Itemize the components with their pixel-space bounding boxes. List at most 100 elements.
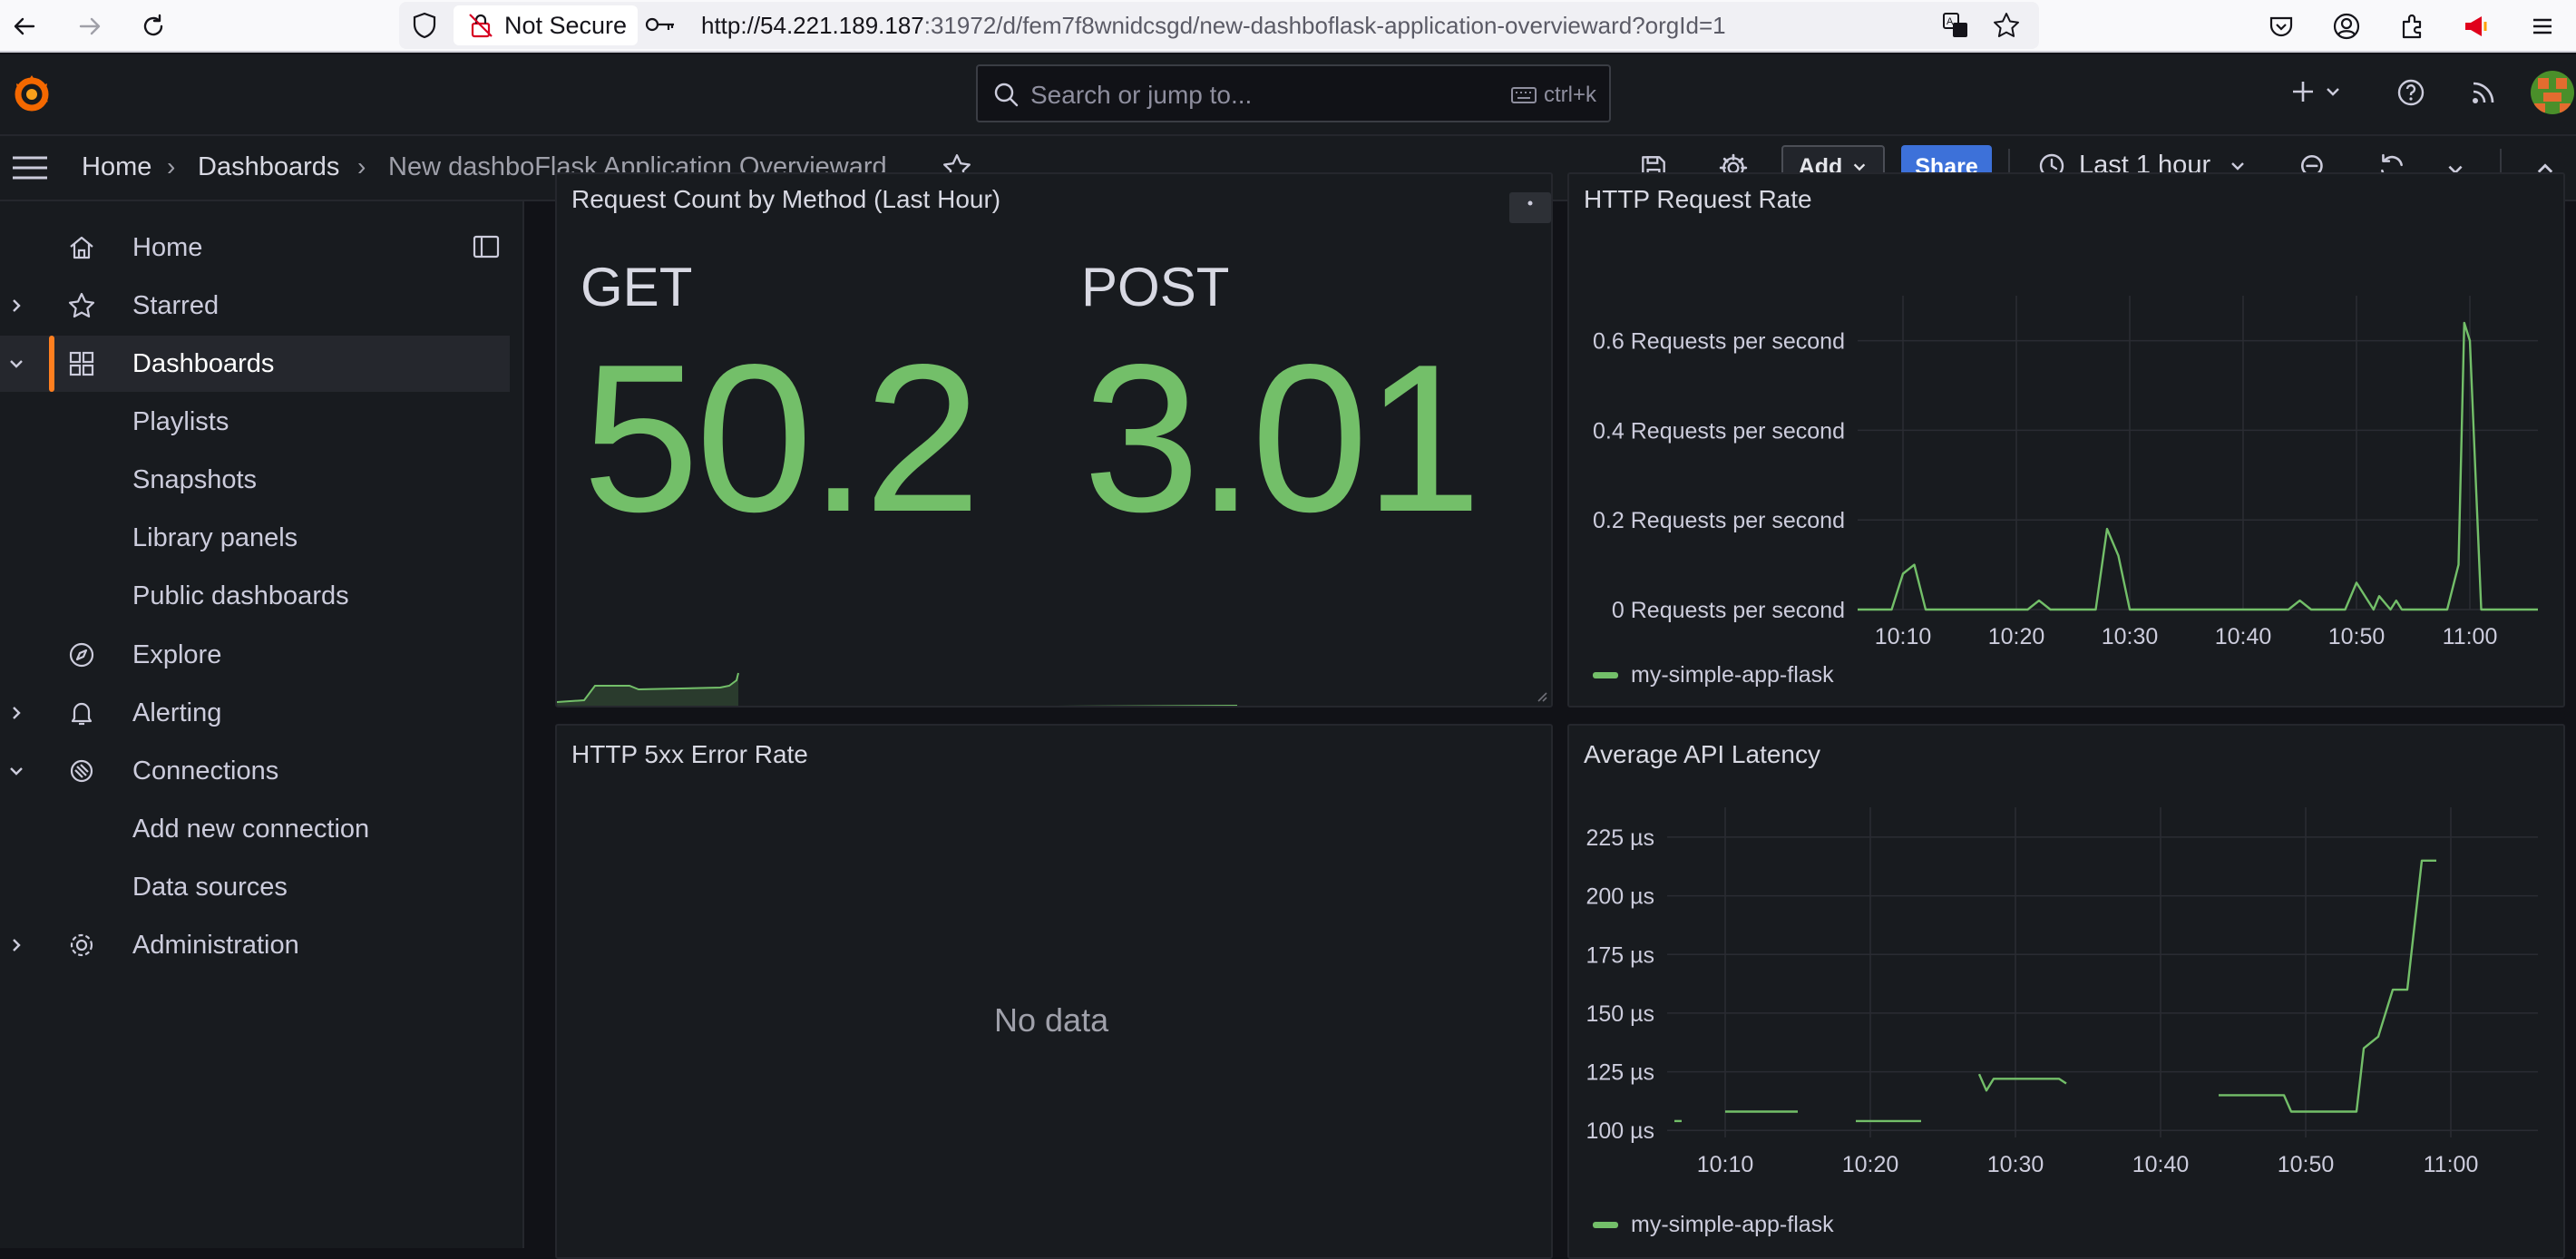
panel-request-count[interactable]: Request Count by Method (Last Hour) GET … bbox=[555, 172, 1553, 708]
account-icon[interactable] bbox=[2329, 9, 2364, 44]
breadcrumb-home[interactable]: Home bbox=[82, 152, 151, 182]
stat-name-post: POST bbox=[1081, 257, 1230, 317]
stat-sparklines bbox=[557, 672, 1237, 706]
keyboard-icon bbox=[1510, 87, 1537, 103]
no-data-message: No data bbox=[994, 1001, 1109, 1039]
x-tick-label: 10:50 bbox=[2328, 624, 2386, 649]
x-tick-label: 10:10 bbox=[1697, 1152, 1754, 1177]
sidebar-item-dashboards[interactable]: Dashboards bbox=[0, 336, 510, 392]
svg-text:A: A bbox=[1947, 16, 1954, 27]
y-tick-label: 0 Requests per second bbox=[1612, 598, 1845, 623]
y-tick-label: 100 µs bbox=[1586, 1118, 1654, 1144]
sidebar-item-alerting[interactable]: Alerting bbox=[0, 685, 510, 741]
sidebar-item-starred[interactable]: Starred bbox=[0, 278, 510, 334]
legend-swatch bbox=[1593, 1222, 1618, 1228]
breadcrumb-separator-icon: › bbox=[167, 152, 176, 181]
sidebar-item-explore[interactable]: Explore bbox=[0, 627, 510, 683]
back-arrow-icon[interactable] bbox=[7, 9, 42, 44]
pocket-icon[interactable] bbox=[2264, 9, 2298, 44]
resize-handle-icon[interactable] bbox=[1535, 689, 1547, 702]
x-tick-label: 10:20 bbox=[1842, 1152, 1899, 1177]
legend-label: my-simple-app-flask bbox=[1631, 1212, 1834, 1237]
news-feed-icon[interactable] bbox=[2469, 78, 2498, 107]
search-shortcut-label: ctrl+k bbox=[1543, 83, 1596, 107]
panel-api-latency[interactable]: Average API Latency 100 µs 125 µs 150 µs 17… bbox=[1567, 724, 2565, 1259]
url-text[interactable]: http://54.221.189.187:31972/d/fem7f8wnid… bbox=[701, 12, 1726, 40]
megaphone-icon[interactable] bbox=[2460, 9, 2494, 44]
request-rate-chart[interactable]: 0 Requests per second 0.2 Requests per se… bbox=[1569, 174, 2565, 682]
hamburger-menu-icon[interactable] bbox=[11, 154, 49, 181]
security-indicator[interactable]: Not Secure bbox=[454, 5, 639, 45]
translate-icon[interactable]: A bbox=[1941, 11, 1970, 40]
x-tick-label: 10:40 bbox=[2215, 624, 2272, 649]
menu-icon[interactable] bbox=[2525, 9, 2560, 44]
chart-legend[interactable]: my-simple-app-flask bbox=[1593, 662, 1834, 688]
sidebar-item-home[interactable]: Home bbox=[0, 220, 510, 276]
stat-value-get: 50.2 bbox=[582, 321, 981, 556]
y-tick-label: 0.2 Requests per second bbox=[1593, 508, 1845, 533]
x-tick-label: 10:40 bbox=[2132, 1152, 2190, 1177]
forward-arrow-icon[interactable] bbox=[73, 9, 107, 44]
y-tick-label: 125 µs bbox=[1586, 1060, 1654, 1086]
active-indicator bbox=[49, 336, 54, 392]
key-icon[interactable] bbox=[644, 11, 677, 38]
chevron-right-icon[interactable] bbox=[7, 704, 25, 722]
panel-error-rate[interactable]: HTTP 5xx Error Rate No data bbox=[555, 724, 1553, 1259]
extensions-icon[interactable] bbox=[2395, 9, 2429, 44]
sidebar-item-label: Snapshots bbox=[132, 464, 258, 494]
sidebar-item-add-new-connection[interactable]: Add new connection bbox=[0, 801, 510, 857]
x-tick-label: 10:50 bbox=[2278, 1152, 2335, 1177]
sidebar-item-label: Library panels bbox=[132, 522, 298, 552]
new-menu-button[interactable] bbox=[2289, 78, 2342, 105]
url-bar[interactable]: Not Secure http://54.221.189.187:31972/d… bbox=[399, 2, 2039, 49]
x-tick-label: 11:00 bbox=[2443, 624, 2498, 649]
sidebar-item-snapshots[interactable]: Snapshots bbox=[0, 452, 510, 508]
chevron-down-icon[interactable] bbox=[7, 355, 25, 373]
star-icon bbox=[65, 289, 98, 322]
dashboard-grid-icon bbox=[65, 347, 98, 380]
panel-request-rate[interactable]: HTTP Request Rate 0 Requests per second 0… bbox=[1567, 172, 2565, 708]
panel-title: Request Count by Method (Last Hour) bbox=[571, 185, 1001, 213]
search-input[interactable]: Search or jump to... ctrl+k bbox=[976, 64, 1611, 122]
cog-icon bbox=[65, 929, 98, 961]
chevron-down-icon[interactable] bbox=[7, 762, 25, 780]
bell-icon bbox=[65, 697, 98, 729]
sidebar-item-administration[interactable]: Administration bbox=[0, 917, 510, 973]
help-icon[interactable] bbox=[2396, 78, 2425, 107]
series-line bbox=[1858, 321, 2538, 611]
sidebar-item-label: Alerting bbox=[132, 698, 222, 727]
bookmark-star-icon[interactable] bbox=[1992, 11, 2021, 40]
plus-icon bbox=[2293, 82, 2313, 102]
y-tick-label: 0.6 Requests per second bbox=[1593, 329, 1845, 355]
y-tick-label: 225 µs bbox=[1586, 825, 1654, 851]
home-icon bbox=[65, 231, 98, 264]
x-tick-label: 10:30 bbox=[1987, 1152, 2044, 1177]
sidebar-item-connections[interactable]: Connections bbox=[0, 743, 510, 799]
series-line bbox=[1977, 1073, 2067, 1092]
chevron-right-icon[interactable] bbox=[7, 297, 25, 315]
legend-swatch bbox=[1593, 672, 1618, 678]
x-tick-label: 10:20 bbox=[1988, 624, 2045, 649]
shield-icon[interactable] bbox=[408, 9, 441, 42]
browser-toolbar: Not Secure http://54.221.189.187:31972/d… bbox=[0, 0, 2576, 53]
breadcrumb-dashboards[interactable]: Dashboards bbox=[198, 152, 339, 182]
compass-icon bbox=[65, 639, 98, 671]
user-avatar[interactable] bbox=[2531, 71, 2574, 114]
api-latency-chart[interactable]: 100 µs 125 µs 150 µs 175 µs 200 µs 225 µs 10:1… bbox=[1569, 726, 2565, 1215]
sidebar-item-label: Explore bbox=[132, 639, 222, 669]
chart-legend[interactable]: my-simple-app-flask bbox=[1593, 1212, 1834, 1238]
sidebar-item-label: Playlists bbox=[132, 406, 229, 436]
sidebar-item-label: Add new connection bbox=[132, 814, 370, 844]
reload-icon[interactable] bbox=[136, 9, 171, 44]
sidebar-item-data-sources[interactable]: Data sources bbox=[0, 859, 510, 915]
grafana-logo-icon[interactable] bbox=[11, 73, 53, 114]
sidebar-item-label: Starred bbox=[132, 290, 220, 320]
panel-menu-icon[interactable] bbox=[1509, 192, 1551, 223]
chevron-right-icon[interactable] bbox=[7, 936, 25, 954]
y-tick-label: 200 µs bbox=[1586, 884, 1654, 910]
y-tick-label: 0.4 Requests per second bbox=[1593, 418, 1845, 444]
sidebar-item-playlists[interactable]: Playlists bbox=[0, 394, 510, 450]
sidebar-item-library-panels[interactable]: Library panels bbox=[0, 510, 510, 566]
sidebar-item-public-dashboards[interactable]: Public dashboards bbox=[0, 568, 510, 624]
grafana-topnav: Search or jump to... ctrl+k bbox=[0, 54, 2576, 136]
